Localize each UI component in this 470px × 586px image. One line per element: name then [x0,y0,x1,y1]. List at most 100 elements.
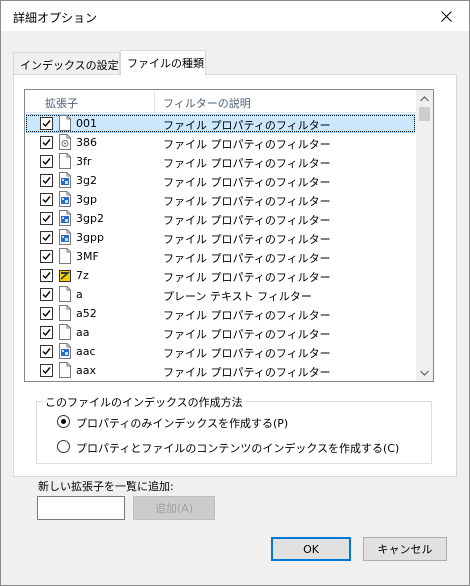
row-description: ファイル プロパティのフィルター [163,233,331,246]
tab-index-settings[interactable]: インデックスの設定 [13,52,120,74]
new-extension-input[interactable] [37,496,125,520]
row-extension: 3gp [76,193,97,206]
row-description: ファイル プロパティのフィルター [163,309,331,322]
list-rows: 001 ファイル プロパティのフィルター 386 ファイル プロパティのフィルター 3f… [25,114,416,380]
row-extension: aac [76,345,96,358]
list-row[interactable]: 3fr ファイル プロパティのフィルター [25,152,416,171]
list-row[interactable]: 3gp2 ファイル プロパティのフィルター [25,209,416,228]
archive-file-icon [59,270,71,282]
row-checkbox[interactable] [40,345,53,358]
row-checkbox[interactable] [40,364,53,377]
row-extension: 3g2 [76,174,97,187]
row-checkbox[interactable] [40,269,53,282]
check-icon [42,215,51,223]
radio-button[interactable] [57,440,70,453]
list-row[interactable]: a52 ファイル プロパティのフィルター [25,304,416,323]
list-row[interactable]: 3MF ファイル プロパティのフィルター [25,247,416,266]
scroll-up-button[interactable] [416,90,433,107]
row-description: ファイル プロパティのフィルター [163,119,331,132]
video-file-icon [59,343,71,359]
list-row[interactable]: aac ファイル プロパティのフィルター [25,342,416,361]
blank-file-icon [59,362,71,378]
row-description: ファイル プロパティのフィルター [163,271,331,284]
ok-button[interactable]: OK [271,537,351,561]
vertical-scrollbar[interactable] [416,90,433,381]
scroll-thumb[interactable] [419,107,430,121]
tab-file-types[interactable]: ファイルの種類 [120,50,206,75]
row-description: ファイル プロパティのフィルター [163,176,331,189]
window-title: 詳細オプション [13,11,98,25]
video-file-icon [59,210,71,226]
row-extension: aa [76,326,90,339]
radio-button[interactable] [57,415,70,428]
row-checkbox[interactable] [40,231,53,244]
list-row[interactable]: aax ファイル プロパティのフィルター [25,361,416,380]
list-row[interactable]: aa ファイル プロパティのフィルター [25,323,416,342]
row-extension: aax [76,364,96,377]
row-checkbox[interactable] [40,250,53,263]
check-icon [42,196,51,204]
column-header-description[interactable]: フィルターの説明 [163,95,251,111]
row-checkbox[interactable] [40,136,53,149]
radio-label-properties-only: プロパティのみインデックスを作成する(P) [76,417,289,430]
blank-file-icon [59,248,71,264]
check-icon [42,120,51,128]
row-extension: 386 [76,136,97,149]
blank-file-icon [59,324,71,340]
row-checkbox[interactable] [40,174,53,187]
blank-file-icon [59,153,71,169]
blank-file-icon [59,305,71,321]
row-checkbox[interactable] [40,117,53,130]
list-row[interactable]: 386 ファイル プロパティのフィルター [25,133,416,152]
row-extension: 3MF [76,250,99,263]
index-method-group: このファイルのインデックスの作成方法 プロパティのみインデックスを作成する(P)… [36,394,432,464]
video-file-icon [59,229,71,245]
row-extension: a52 [76,307,97,320]
radio-label-properties-and-contents: プロパティとファイルのコンテンツのインデックスを作成する(C) [76,442,400,455]
check-icon [42,329,51,337]
index-method-title: このファイルのインデックスの作成方法 [43,394,245,410]
column-header-extension[interactable]: 拡張子 [45,95,78,111]
row-description: ファイル プロパティのフィルター [163,138,331,151]
list-row[interactable]: 7z ファイル プロパティのフィルター [25,266,416,285]
chevron-up-icon [420,95,429,101]
list-row[interactable]: 001 ファイル プロパティのフィルター [25,114,416,133]
add-extension-label: 新しい拡張子を一覧に追加: [38,480,174,493]
cancel-button[interactable]: キャンセル [363,537,447,561]
blank-file-icon [59,115,71,131]
row-checkbox[interactable] [40,212,53,225]
row-extension: 3gp2 [76,212,104,225]
list-row[interactable]: a プレーン テキスト フィルター [25,285,416,304]
blank-file-icon [59,286,71,302]
row-extension: 001 [76,117,97,130]
list-row[interactable]: 3g2 ファイル プロパティのフィルター [25,171,416,190]
close-button[interactable] [423,1,469,31]
row-description: プレーン テキスト フィルター [163,290,312,303]
check-icon [42,177,51,185]
row-checkbox[interactable] [40,288,53,301]
row-description: ファイル プロパティのフィルター [163,252,331,265]
row-checkbox[interactable] [40,193,53,206]
row-description: ファイル プロパティのフィルター [163,347,331,360]
check-icon [42,158,51,166]
video-file-icon [59,191,71,207]
row-checkbox[interactable] [40,155,53,168]
list-row[interactable]: 3gp ファイル プロパティのフィルター [25,190,416,209]
system-file-icon [59,134,71,150]
row-checkbox[interactable] [40,307,53,320]
row-extension: 3fr [76,155,92,168]
check-icon [42,139,51,147]
row-description: ファイル プロパティのフィルター [163,157,331,170]
scroll-down-button[interactable] [416,364,433,381]
video-file-icon [59,172,71,188]
check-icon [42,310,51,318]
row-description: ファイル プロパティのフィルター [163,195,331,208]
list-row[interactable]: 3gpp ファイル プロパティのフィルター [25,228,416,247]
column-divider[interactable] [154,90,155,112]
row-checkbox[interactable] [40,326,53,339]
row-extension: a [76,288,83,301]
add-button[interactable]: 追加(A) [133,496,215,520]
row-extension: 3gpp [76,231,104,244]
file-type-list[interactable]: 拡張子 フィルターの説明 001 ファイル プロパティのフィルター 386 ファイル … [24,89,434,382]
check-icon [42,234,51,242]
